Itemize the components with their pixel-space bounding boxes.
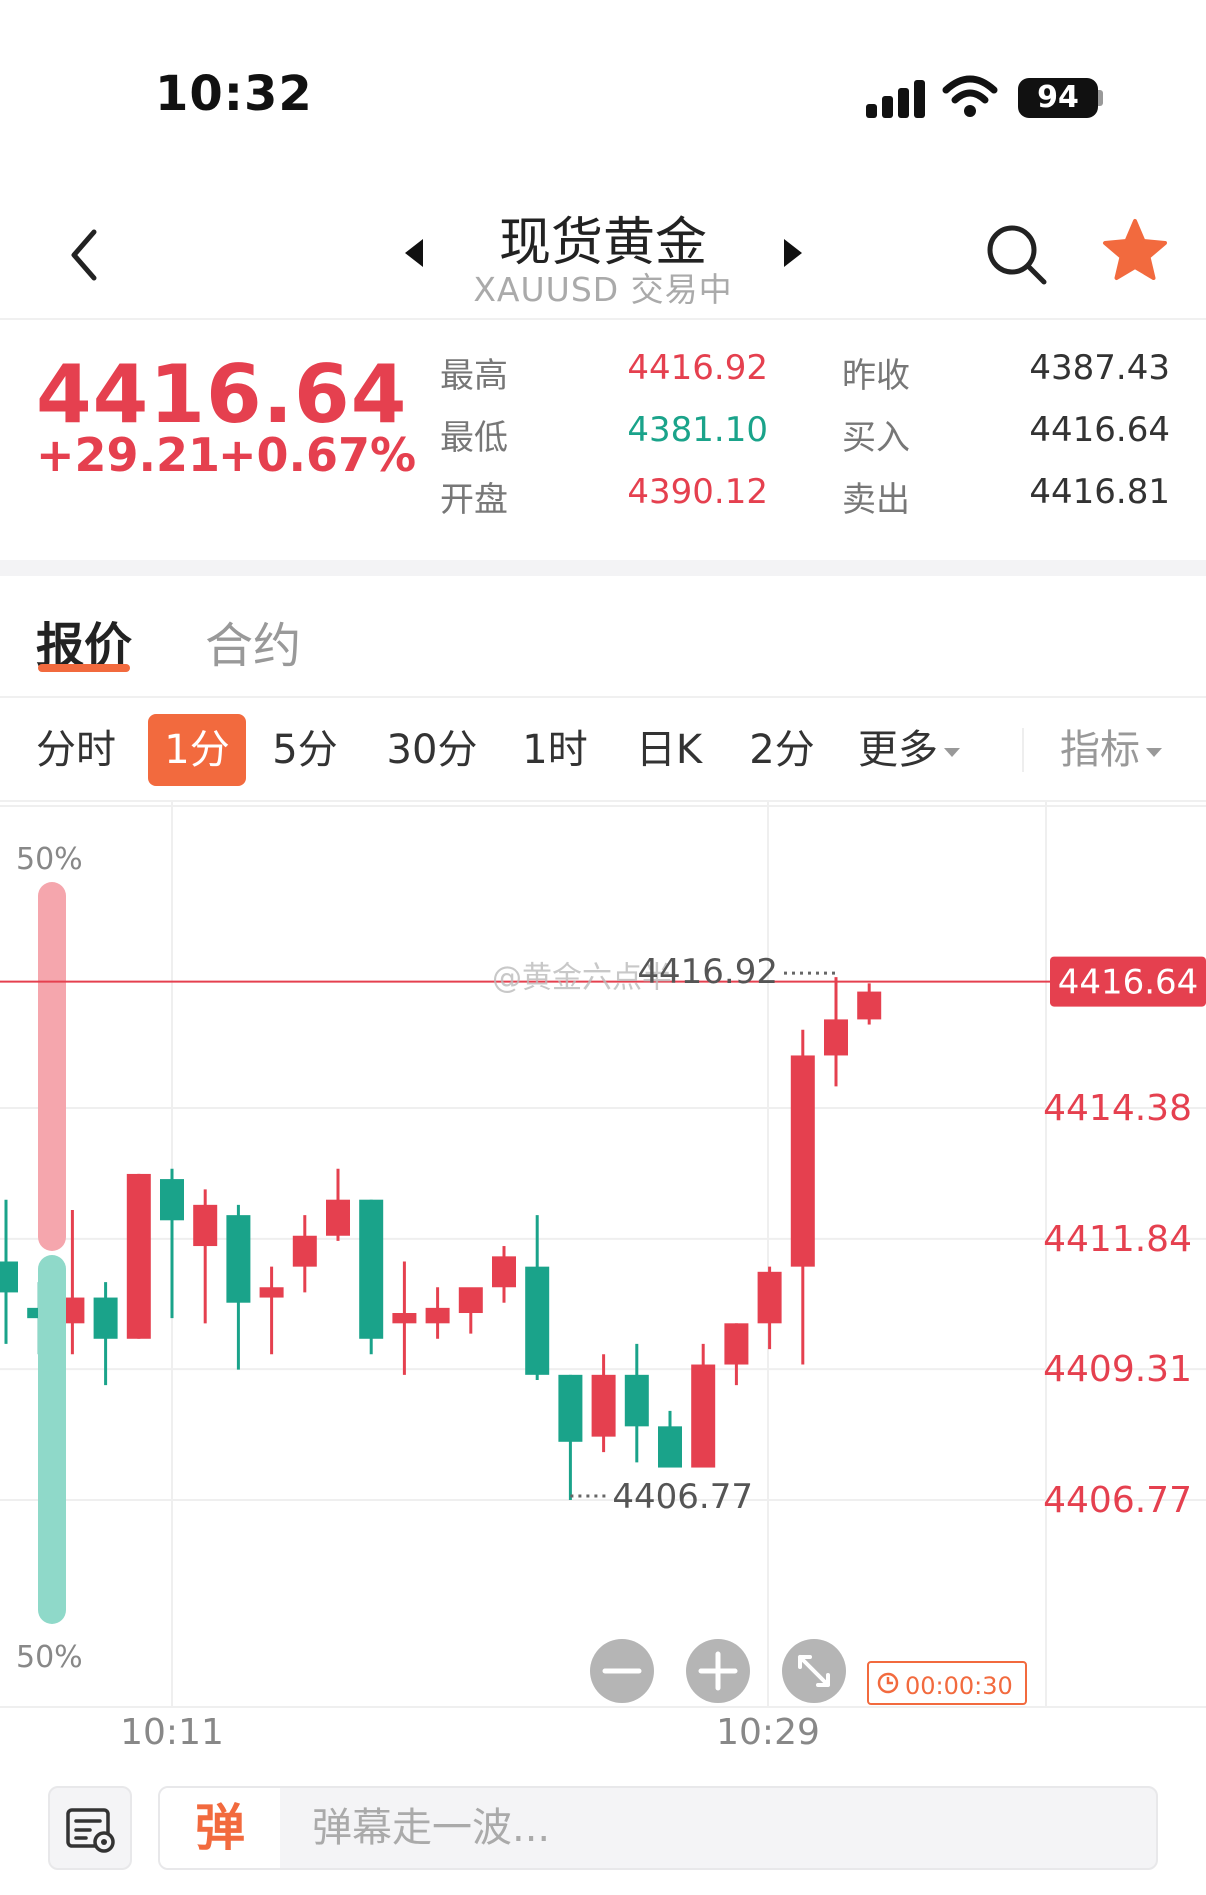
- candle-body: [857, 991, 882, 1020]
- status-time: 10:32: [155, 66, 313, 122]
- high-marker-label: 4416.92: [637, 952, 778, 992]
- chevron-down-icon: [1146, 747, 1162, 757]
- sentiment-bear-bar: [38, 1255, 66, 1624]
- section-divider: [0, 560, 1206, 576]
- danmu-settings-icon: [66, 1808, 115, 1853]
- danmu-icon: 弹: [160, 1788, 280, 1868]
- candle-body: [458, 1287, 483, 1314]
- zoom-out-button[interactable]: [590, 1639, 654, 1703]
- y-tick-label: 4411.84: [1043, 1219, 1192, 1260]
- candle-body: [658, 1426, 682, 1468]
- candle-body: [691, 1364, 716, 1468]
- next-instrument-icon[interactable]: [772, 233, 812, 273]
- bid-label: 买入: [842, 418, 910, 458]
- price-change: +29.21: [36, 428, 221, 482]
- section-tabs: 报价 合约: [0, 576, 1206, 698]
- chevron-down-icon: [944, 747, 960, 757]
- bid-value: 4416.64: [1029, 410, 1170, 450]
- prev-close-label: 昨收: [842, 356, 910, 396]
- candle-body: [126, 1173, 151, 1339]
- more-label: 更多: [858, 727, 938, 773]
- open-value: 4390.12: [627, 472, 768, 512]
- indicator-dropdown[interactable]: 指标: [1060, 714, 1190, 786]
- period-selector: 分时 1分 5分 30分 1时 日K 2分 更多 指标: [0, 698, 1206, 802]
- open-label: 开盘: [440, 480, 508, 520]
- back-arrow-icon[interactable]: [60, 220, 110, 290]
- zoom-in-button[interactable]: [686, 1639, 750, 1703]
- low-value: 4381.10: [627, 410, 768, 450]
- period-more-dropdown[interactable]: 更多: [858, 714, 988, 786]
- danmu-input[interactable]: 弹 弹幕走一波...: [158, 1786, 1158, 1870]
- sentiment-top-label: 50%: [16, 842, 83, 877]
- period-2min[interactable]: 2分: [742, 714, 822, 786]
- candle-body: [392, 1313, 417, 1324]
- chart-grid: [0, 802, 1206, 1708]
- ask-label: 卖出: [842, 480, 910, 520]
- active-tab-indicator: [38, 664, 130, 672]
- y-tick-label: 4406.77: [1043, 1480, 1192, 1521]
- sentiment-bottom-label: 50%: [16, 1640, 83, 1675]
- candle-body: [93, 1297, 118, 1339]
- low-label: 最低: [440, 418, 508, 458]
- battery-icon: 94: [1018, 78, 1098, 118]
- tab-contract[interactable]: 合约: [205, 606, 301, 676]
- danmu-placeholder: 弹幕走一波...: [312, 1805, 551, 1851]
- period-30min[interactable]: 30分: [380, 714, 484, 786]
- candle-body: [0, 1261, 18, 1293]
- timer-value: 00:00:30: [905, 1672, 1013, 1700]
- y-tick-label: 4409.31: [1043, 1349, 1192, 1390]
- bottom-bar: 弹 弹幕走一波...: [0, 1765, 1206, 1895]
- candle-body: [193, 1204, 218, 1247]
- candle-body: [425, 1307, 450, 1324]
- high-value: 4416.92: [627, 348, 768, 388]
- wifi-icon: [942, 75, 998, 117]
- candle-body: [292, 1235, 317, 1267]
- period-intraday[interactable]: 分时: [30, 714, 122, 786]
- period-separator: [1022, 728, 1024, 772]
- candle-body: [624, 1374, 649, 1427]
- navbar: 现货黄金 XAUUSD 交易中: [0, 180, 1206, 320]
- cellular-signal-icon: [866, 78, 926, 118]
- current-price-value: 4416.64: [1058, 963, 1199, 1003]
- danmu-settings-button[interactable]: [48, 1786, 132, 1870]
- status-bar: 10:32 94: [0, 0, 1206, 150]
- ask-value: 4416.81: [1029, 472, 1170, 512]
- low-marker-label: 4406.77: [612, 1477, 753, 1517]
- quote-panel: 4416.64 +29.21 +0.67% 最高 4416.92 最低 4381…: [0, 320, 1206, 560]
- favorite-star-icon[interactable]: [1100, 216, 1170, 286]
- sentiment-bull-bar: [38, 882, 66, 1251]
- candle-body: [790, 1055, 815, 1267]
- candle-body: [492, 1256, 516, 1288]
- prev-close-value: 4387.43: [1029, 348, 1170, 388]
- candle-body: [226, 1215, 251, 1303]
- candlestick-chart[interactable]: 50% 50% 4414.38 4411.84 4409.31 4406.77 …: [0, 802, 1206, 1765]
- candle-body: [591, 1374, 616, 1437]
- battery-tip: [1098, 90, 1103, 106]
- candle-body: [558, 1374, 583, 1442]
- candle-body: [359, 1199, 384, 1339]
- period-daily[interactable]: 日K: [630, 714, 708, 786]
- price-change-percent: +0.67%: [218, 428, 417, 482]
- period-1min[interactable]: 1分: [148, 714, 246, 786]
- candle-body: [326, 1199, 350, 1236]
- candle-body: [824, 1019, 848, 1056]
- candle-body: [757, 1271, 782, 1324]
- candle-body: [724, 1323, 749, 1365]
- candle-body: [259, 1287, 284, 1298]
- y-tick-label: 4414.38: [1043, 1088, 1192, 1129]
- candle-body: [525, 1266, 550, 1375]
- period-5min[interactable]: 5分: [265, 714, 345, 786]
- period-1hour[interactable]: 1时: [520, 714, 590, 786]
- x-tick-label: 10:29: [716, 1712, 820, 1753]
- candle-body: [160, 1179, 184, 1221]
- indicator-label: 指标: [1060, 727, 1140, 773]
- x-tick-label: 10:11: [120, 1712, 224, 1753]
- search-icon[interactable]: [982, 220, 1052, 290]
- high-label: 最高: [440, 356, 508, 396]
- fullscreen-button[interactable]: [782, 1639, 846, 1703]
- countdown-timer: 00:00:30: [867, 1661, 1027, 1705]
- instrument-subtitle: XAUUSD 交易中: [473, 270, 733, 309]
